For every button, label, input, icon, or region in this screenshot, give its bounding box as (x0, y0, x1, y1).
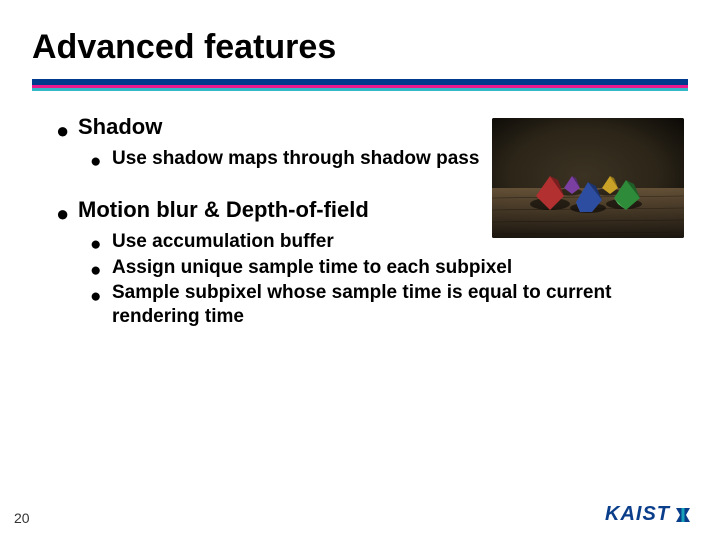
title-rule (32, 79, 688, 91)
bullet-icon: ● (56, 200, 69, 228)
bullet-motionblur-item-2-label: Assign unique sample time to each subpix… (112, 257, 512, 278)
bullet-motionblur-item-3-label: Sample subpixel whose sample time is equ… (112, 282, 611, 327)
slide-title: Advanced features (0, 0, 720, 73)
bullet-shadow-item-1-label: Use shadow maps through shadow pass (112, 148, 479, 169)
bullet-motionblur-item-2: ● Assign unique sample time to each subp… (90, 256, 680, 280)
render-svg (492, 118, 684, 238)
slide: Advanced features ● Shadow ● Use shadow … (0, 0, 720, 540)
bullet-motionblur-item-3: ● Sample subpixel whose sample time is e… (90, 281, 680, 329)
illustration-render (492, 118, 684, 238)
bullet-icon: ● (90, 259, 101, 283)
bullet-motionblur-label: Motion blur & Depth-of-field (78, 197, 369, 222)
bullet-shadow-label: Shadow (78, 114, 162, 139)
kaist-logo: KAIST (605, 503, 692, 526)
page-number: 20 (14, 510, 30, 526)
bullet-icon: ● (56, 117, 69, 145)
bullet-icon: ● (90, 285, 101, 309)
bullet-icon: ● (90, 150, 101, 174)
bullet-motionblur-item-1-label: Use accumulation buffer (112, 231, 334, 252)
bullet-icon: ● (90, 233, 101, 257)
kaist-logo-text: KAIST (605, 503, 670, 526)
kaist-logo-mark-icon (674, 506, 692, 524)
